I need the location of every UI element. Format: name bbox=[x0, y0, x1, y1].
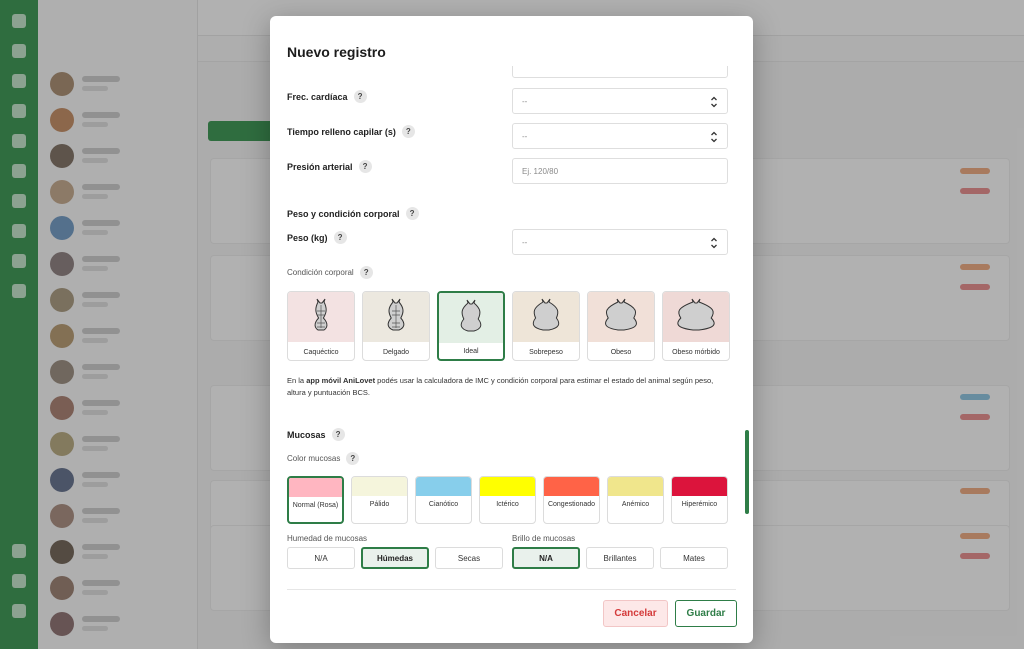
chevron-updown-icon bbox=[711, 131, 717, 143]
help-icon[interactable]: ? bbox=[333, 231, 347, 244]
body-condition-option[interactable]: Delgado bbox=[362, 291, 430, 361]
humedad-label: Humedad de mucosas bbox=[287, 534, 368, 543]
mucosa-color-option[interactable]: Cianótico bbox=[415, 476, 472, 524]
help-icon[interactable]: ? bbox=[401, 125, 415, 138]
chevron-updown-icon bbox=[711, 96, 717, 108]
presion-input[interactable]: Ej. 120/80 bbox=[512, 158, 728, 184]
mucosa-color-label: Cianótico bbox=[428, 501, 459, 508]
mucosa-color-label: Pálido bbox=[369, 501, 390, 508]
body-silhouette-icon bbox=[605, 298, 637, 331]
modal-title: Nuevo registro bbox=[287, 44, 386, 60]
brillo-option[interactable]: Mates bbox=[660, 547, 728, 569]
body-condition-label: Obeso mórbido bbox=[672, 349, 720, 356]
mucosa-color-option[interactable]: Anémico bbox=[607, 476, 664, 524]
chevron-updown-icon bbox=[711, 237, 717, 249]
body-condition-label: Caquéctico bbox=[303, 349, 339, 356]
body-condition-label: Ideal bbox=[463, 348, 479, 355]
tiempo-relleno-label: Tiempo relleno capilar (s)? bbox=[287, 125, 415, 138]
condicion-corporal-label: Condición corporal? bbox=[287, 266, 373, 279]
mucosa-color-label: Ictérico bbox=[496, 501, 519, 508]
humedad-option[interactable]: N/A bbox=[287, 547, 355, 569]
body-condition-label: Delgado bbox=[382, 349, 410, 356]
body-condition-image bbox=[439, 293, 503, 343]
help-icon[interactable]: ? bbox=[359, 266, 373, 279]
humedad-option[interactable]: Húmedas bbox=[361, 547, 429, 569]
body-condition-image bbox=[288, 292, 354, 342]
body-condition-image bbox=[513, 292, 579, 342]
body-silhouette-icon bbox=[677, 298, 715, 331]
previous-field[interactable] bbox=[512, 66, 728, 78]
body-condition-image bbox=[363, 292, 429, 342]
mucosa-color-option[interactable]: Normal (Rosa) bbox=[287, 476, 344, 524]
select-value: -- bbox=[522, 96, 528, 106]
body-silhouette-icon bbox=[532, 298, 560, 331]
mucosa-color-option[interactable]: Pálido bbox=[351, 476, 408, 524]
select-value: -- bbox=[522, 131, 528, 141]
presion-label: Presión arterial? bbox=[287, 160, 372, 173]
mucosas-title: Mucosas? bbox=[287, 428, 345, 441]
body-condition-label: Sobrepeso bbox=[529, 349, 563, 356]
mucosa-color-label: Anémico bbox=[621, 501, 650, 508]
mucosa-color-label: Congestionado bbox=[547, 501, 596, 508]
footer-divider bbox=[287, 589, 736, 590]
brillo-option[interactable]: N/A bbox=[512, 547, 580, 569]
body-condition-option[interactable]: Ideal bbox=[437, 291, 505, 361]
body-condition-image bbox=[588, 292, 654, 342]
app-name: app móvil AniLovet bbox=[306, 376, 376, 385]
body-silhouette-icon bbox=[460, 299, 482, 332]
mucosa-color-label: Hiperémico bbox=[681, 501, 718, 508]
brillo-label: Brillo de mucosas bbox=[512, 534, 576, 543]
scrollbar-thumb[interactable] bbox=[745, 430, 749, 514]
body-condition-label: Obeso bbox=[610, 349, 632, 356]
help-icon[interactable]: ? bbox=[331, 428, 345, 441]
cancel-button[interactable]: Cancelar bbox=[603, 600, 668, 627]
body-condition-option[interactable]: Caquéctico bbox=[287, 291, 355, 361]
body-silhouette-icon bbox=[387, 298, 405, 331]
color-swatch bbox=[416, 477, 471, 496]
help-icon[interactable]: ? bbox=[405, 207, 419, 220]
input-placeholder: Ej. 120/80 bbox=[522, 166, 559, 176]
color-swatch bbox=[289, 478, 342, 497]
body-condition-option[interactable]: Obeso bbox=[587, 291, 655, 361]
color-mucosas-label: Color mucosas? bbox=[287, 452, 360, 465]
save-button[interactable]: Guardar bbox=[675, 600, 737, 627]
body-condition-image bbox=[663, 292, 729, 342]
frec-cardiaca-label: Frec. cardíaca? bbox=[287, 90, 367, 103]
peso-select[interactable]: -- bbox=[512, 229, 728, 255]
app-note: En la app móvil AniLovet podés usar la c… bbox=[287, 376, 714, 397]
modal-scroll-area[interactable]: Frec. cardíaca? -- Tiempo relleno capila… bbox=[270, 66, 753, 588]
color-swatch bbox=[352, 477, 407, 496]
peso-label: Peso (kg)? bbox=[287, 231, 347, 244]
help-icon[interactable]: ? bbox=[346, 452, 360, 465]
help-icon[interactable]: ? bbox=[353, 90, 367, 103]
mucosa-color-label: Normal (Rosa) bbox=[292, 502, 339, 509]
new-record-modal: Nuevo registro Frec. cardíaca? -- Tiempo… bbox=[270, 16, 753, 643]
peso-section-title: Peso y condición corporal? bbox=[287, 207, 419, 220]
body-silhouette-icon bbox=[314, 298, 328, 331]
mucosa-color-option[interactable]: Congestionado bbox=[543, 476, 600, 524]
body-condition-option[interactable]: Obeso mórbido bbox=[662, 291, 730, 361]
color-swatch bbox=[480, 477, 535, 496]
body-condition-option[interactable]: Sobrepeso bbox=[512, 291, 580, 361]
humedad-option[interactable]: Secas bbox=[435, 547, 503, 569]
color-swatch bbox=[672, 477, 727, 496]
select-value: -- bbox=[522, 237, 528, 247]
tiempo-relleno-select[interactable]: -- bbox=[512, 123, 728, 149]
help-icon[interactable]: ? bbox=[358, 160, 372, 173]
color-swatch bbox=[544, 477, 599, 496]
color-swatch bbox=[608, 477, 663, 496]
frec-cardiaca-select[interactable]: -- bbox=[512, 88, 728, 114]
brillo-option[interactable]: Brillantes bbox=[586, 547, 654, 569]
mucosa-color-option[interactable]: Hiperémico bbox=[671, 476, 728, 524]
mucosa-color-option[interactable]: Ictérico bbox=[479, 476, 536, 524]
